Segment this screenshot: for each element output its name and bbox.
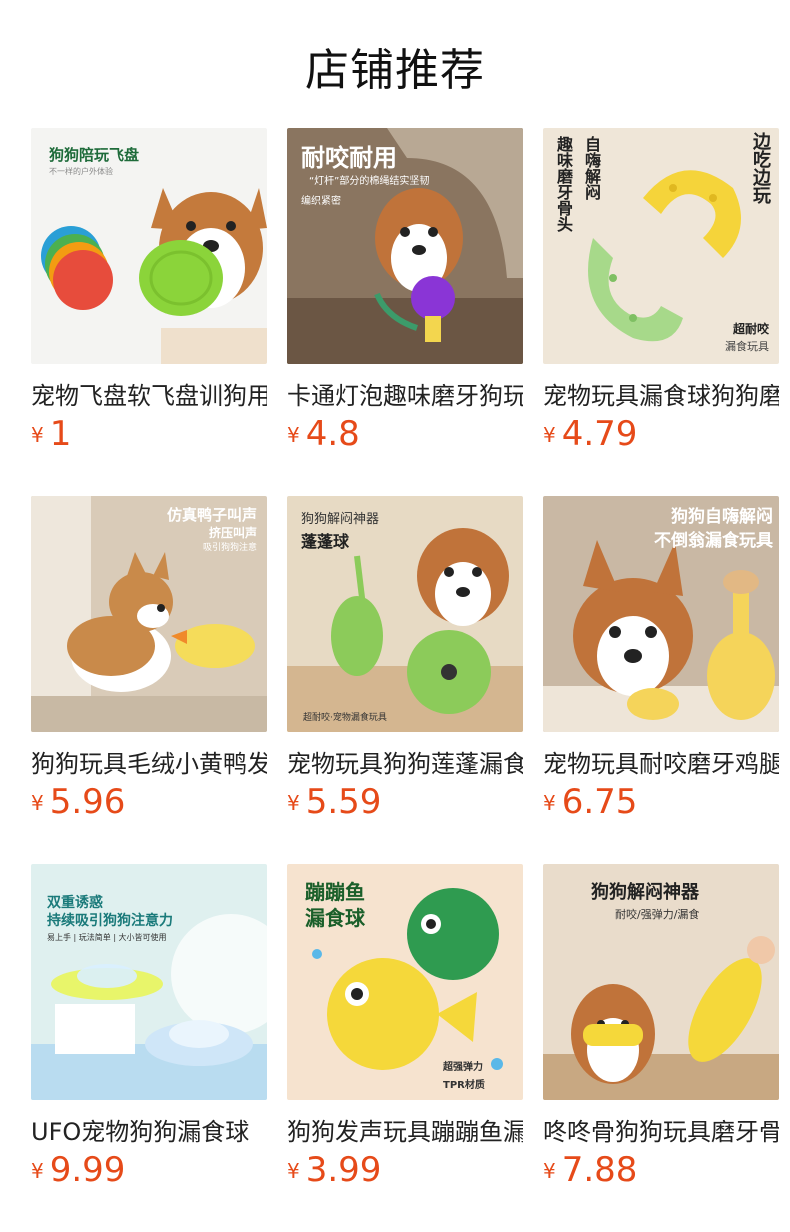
product-price: ¥4.8	[287, 414, 360, 454]
currency-symbol: ¥	[31, 791, 44, 815]
image-subcaption: 编织紧密	[301, 196, 341, 207]
product-card[interactable]: 狗狗解闷神器 蓬蓬球 超耐咬·宠物漏食玩具 宠物玩具狗狗莲蓬漏食球 ¥5.59	[287, 496, 523, 836]
product-name[interactable]: 狗狗玩具毛绒小黄鸭发声	[31, 744, 267, 779]
currency-symbol: ¥	[543, 791, 556, 815]
product-image[interactable]: 趣味磨牙骨头 自嗨解闷 边吃边玩 超耐咬 漏食玩具	[543, 128, 779, 364]
product-image[interactable]: 双重诱惑 持续吸引狗狗注意力 易上手 | 玩法简单 | 大小皆可使用	[31, 864, 267, 1100]
product-image[interactable]: 狗狗解闷神器 耐咬/强弹力/漏食	[543, 864, 779, 1100]
product-name[interactable]: 宠物玩具耐咬磨牙鸡腿	[543, 744, 779, 779]
product-image[interactable]: 蹦蹦鱼 漏食球 超强弹力 TPR材质	[287, 864, 523, 1100]
currency-symbol: ¥	[543, 423, 556, 447]
image-caption: 狗狗解闷神器	[591, 882, 699, 903]
image-caption: TPR材质	[443, 1080, 485, 1091]
currency-symbol: ¥	[31, 423, 44, 447]
price-value: 5.96	[49, 782, 126, 822]
image-caption: 吸引狗狗注意	[202, 543, 257, 553]
product-card[interactable]: 仿真鸭子叫声 挤压叫声 吸引狗狗注意 狗狗玩具毛绒小黄鸭发声 ¥5.96	[31, 496, 267, 836]
image-caption: 易上手 | 玩法简单 | 大小皆可使用	[47, 933, 167, 942]
image-caption: 蹦蹦鱼	[305, 880, 365, 904]
image-caption: 自嗨解闷	[582, 136, 601, 200]
image-caption: 双重诱惑	[47, 895, 103, 911]
product-card[interactable]: 趣味磨牙骨头 自嗨解闷 边吃边玩 超耐咬 漏食玩具 宠物玩具漏食球狗狗磨牙 ¥4…	[543, 128, 779, 468]
product-name[interactable]: 咚咚骨狗狗玩具磨牙骨头	[543, 1112, 779, 1147]
currency-symbol: ¥	[287, 423, 300, 447]
product-price: ¥5.59	[287, 782, 381, 822]
image-caption: 漏食玩具	[725, 340, 769, 353]
image-caption: 超强弹力	[443, 1062, 483, 1073]
product-image[interactable]: 仿真鸭子叫声 挤压叫声 吸引狗狗注意	[31, 496, 267, 732]
image-caption: 不倒翁漏食玩具	[654, 531, 773, 551]
product-price: ¥6.75	[543, 782, 637, 822]
price-value: 1	[49, 414, 72, 454]
image-caption: 超耐咬	[732, 322, 769, 336]
product-image[interactable]: 狗狗解闷神器 蓬蓬球 超耐咬·宠物漏食玩具	[287, 496, 523, 732]
image-caption: 狗狗自嗨解闷	[671, 507, 773, 527]
currency-symbol: ¥	[287, 791, 300, 815]
image-caption: 狗狗解闷神器	[301, 512, 380, 527]
image-subcaption: “灯杆”部分的棉绳结实坚韧	[309, 176, 430, 187]
product-price: ¥7.88	[543, 1150, 637, 1190]
currency-symbol: ¥	[31, 1159, 44, 1183]
image-caption: 边吃边玩	[750, 132, 771, 204]
image-caption: 耐咬/强弹力/漏食	[615, 908, 700, 921]
product-name[interactable]: 狗狗发声玩具蹦蹦鱼漏食	[287, 1112, 523, 1147]
image-caption: 持续吸引狗狗注意力	[47, 913, 173, 929]
price-value: 3.99	[305, 1150, 382, 1190]
price-value: 7.88	[561, 1150, 638, 1190]
product-name[interactable]: UFO宠物狗狗漏食球	[31, 1112, 267, 1147]
image-caption: 漏食球	[305, 906, 365, 930]
image-caption: 超耐咬·宠物漏食玩具	[303, 713, 387, 723]
product-price: ¥1	[31, 414, 71, 454]
image-caption: 蓬蓬球	[301, 532, 350, 551]
product-price: ¥9.99	[31, 1150, 125, 1190]
image-caption: 挤压叫声	[208, 526, 257, 540]
product-card[interactable]: 狗狗解闷神器 耐咬/强弹力/漏食 咚咚骨狗狗玩具磨牙骨头 ¥7.88	[543, 864, 779, 1204]
product-image[interactable]: 狗狗陪玩飞盘 不一样的户外体验	[31, 128, 267, 364]
product-card[interactable]: 狗狗自嗨解闷 不倒翁漏食玩具 宠物玩具耐咬磨牙鸡腿 ¥6.75	[543, 496, 779, 836]
product-price: ¥3.99	[287, 1150, 381, 1190]
product-image[interactable]: 狗狗自嗨解闷 不倒翁漏食玩具	[543, 496, 779, 732]
product-name[interactable]: 卡通灯泡趣味磨牙狗玩具	[287, 376, 523, 411]
price-value: 4.79	[561, 414, 638, 454]
currency-symbol: ¥	[543, 1159, 556, 1183]
image-caption: 仿真鸭子叫声	[166, 506, 257, 524]
product-name[interactable]: 宠物玩具狗狗莲蓬漏食球	[287, 744, 523, 779]
price-value: 6.75	[561, 782, 638, 822]
image-caption: 狗狗陪玩飞盘	[49, 146, 140, 164]
price-value: 5.59	[305, 782, 382, 822]
price-value: 4.8	[305, 414, 360, 454]
image-subcaption: 不一样的户外体验	[49, 167, 113, 176]
page-title: 店铺推荐	[305, 45, 485, 96]
product-price: ¥5.96	[31, 782, 125, 822]
product-card[interactable]: 双重诱惑 持续吸引狗狗注意力 易上手 | 玩法简单 | 大小皆可使用 UFO宠物…	[31, 864, 267, 1204]
product-name[interactable]: 宠物玩具漏食球狗狗磨牙	[543, 376, 779, 411]
image-caption: 耐咬耐用	[301, 144, 397, 172]
image-caption: 趣味磨牙骨头	[554, 136, 573, 232]
product-image[interactable]: 耐咬耐用 “灯杆”部分的棉绳结实坚韧 编织紧密	[287, 128, 523, 364]
product-card[interactable]: 耐咬耐用 “灯杆”部分的棉绳结实坚韧 编织紧密 卡通灯泡趣味磨牙狗玩具 ¥4.8	[287, 128, 523, 468]
product-price: ¥4.79	[543, 414, 637, 454]
currency-symbol: ¥	[287, 1159, 300, 1183]
product-card[interactable]: 蹦蹦鱼 漏食球 超强弹力 TPR材质 狗狗发声玩具蹦蹦鱼漏食 ¥3.99	[287, 864, 523, 1204]
product-name[interactable]: 宠物飞盘软飞盘训狗用品	[31, 376, 267, 411]
price-value: 9.99	[49, 1150, 126, 1190]
product-card[interactable]: 狗狗陪玩飞盘 不一样的户外体验 宠物飞盘软飞盘训狗用品 ¥1	[31, 128, 267, 468]
